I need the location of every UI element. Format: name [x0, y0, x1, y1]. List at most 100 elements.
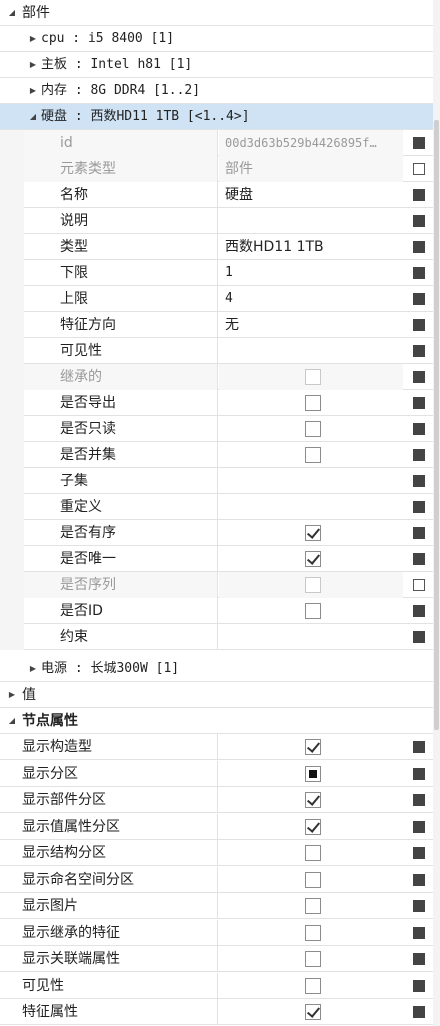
- checkbox[interactable]: [305, 951, 321, 967]
- property-marker-icon[interactable]: [413, 501, 425, 513]
- property-row[interactable]: 是否并集: [0, 442, 433, 468]
- property-marker-icon[interactable]: [413, 605, 425, 617]
- property-value[interactable]: [219, 520, 403, 546]
- property-marker-icon[interactable]: [413, 821, 425, 833]
- property-row[interactable]: 继承的: [0, 364, 433, 390]
- checkbox[interactable]: [305, 872, 321, 888]
- property-value[interactable]: 无: [219, 312, 403, 338]
- property-row[interactable]: 说明: [0, 208, 433, 234]
- checkbox-checked[interactable]: [305, 739, 321, 755]
- expanded-arrow-icon[interactable]: ◢: [6, 708, 18, 734]
- property-row[interactable]: 是否唯一: [0, 546, 433, 572]
- property-value[interactable]: [219, 208, 403, 234]
- property-marker-icon[interactable]: [413, 579, 425, 591]
- property-marker-icon[interactable]: [413, 631, 425, 643]
- property-value[interactable]: [219, 338, 403, 364]
- property-marker-icon[interactable]: [413, 319, 425, 331]
- property-marker-icon[interactable]: [413, 874, 425, 886]
- checkbox[interactable]: [305, 898, 321, 914]
- property-row[interactable]: 约束: [0, 624, 433, 650]
- section-parts-header[interactable]: ◢ 部件: [0, 0, 433, 26]
- checkbox-checked[interactable]: [305, 551, 321, 567]
- property-marker-icon[interactable]: [413, 475, 425, 487]
- node-property-row[interactable]: 显示命名空间分区: [0, 867, 433, 893]
- checkbox[interactable]: [305, 395, 321, 411]
- property-value[interactable]: [219, 390, 403, 416]
- property-marker-icon[interactable]: [413, 927, 425, 939]
- tree-item-power[interactable]: ▶ 电源 : 长城300W [1]: [0, 656, 433, 682]
- property-marker-icon[interactable]: [413, 847, 425, 859]
- checkbox[interactable]: [305, 845, 321, 861]
- section-value-header[interactable]: ▶ 值: [0, 682, 433, 708]
- node-property-row[interactable]: 显示分区: [0, 761, 433, 787]
- node-property-row[interactable]: 显示部件分区: [0, 787, 433, 813]
- node-property-row[interactable]: 显示构造型: [0, 734, 433, 760]
- property-row[interactable]: 名称 硬盘: [0, 182, 433, 208]
- checkbox-checked[interactable]: [305, 819, 321, 835]
- property-value[interactable]: 1: [219, 260, 403, 286]
- node-property-row[interactable]: 显示图片: [0, 893, 433, 919]
- property-marker-icon[interactable]: [413, 397, 425, 409]
- property-row[interactable]: 重定义: [0, 494, 433, 520]
- property-marker-icon[interactable]: [413, 953, 425, 965]
- checkbox-indeterminate[interactable]: [305, 766, 321, 782]
- property-marker-icon[interactable]: [413, 267, 425, 279]
- checkbox[interactable]: [305, 978, 321, 994]
- tree-item-cpu[interactable]: ▶ cpu : i5 8400 [1]: [0, 26, 433, 52]
- property-row[interactable]: 是否ID: [0, 598, 433, 624]
- property-row[interactable]: 是否导出: [0, 390, 433, 416]
- property-marker-icon[interactable]: [413, 423, 425, 435]
- checkbox[interactable]: [305, 925, 321, 941]
- property-row[interactable]: 元素类型 部件: [0, 156, 433, 182]
- property-row[interactable]: 上限 4: [0, 286, 433, 312]
- property-row[interactable]: 是否有序: [0, 520, 433, 546]
- checkbox-checked[interactable]: [305, 792, 321, 808]
- property-marker-icon[interactable]: [413, 768, 425, 780]
- property-marker-icon[interactable]: [413, 137, 425, 149]
- property-marker-icon[interactable]: [413, 163, 425, 175]
- node-property-row[interactable]: 显示关联端属性: [0, 946, 433, 972]
- property-marker-icon[interactable]: [413, 371, 425, 383]
- property-marker-icon[interactable]: [413, 241, 425, 253]
- property-row[interactable]: id 00d3d63b529b4426895f…: [0, 130, 433, 156]
- collapsed-arrow-icon[interactable]: ▶: [27, 656, 39, 682]
- property-row[interactable]: 下限 1: [0, 260, 433, 286]
- property-marker-icon[interactable]: [413, 293, 425, 305]
- tree-item-memory[interactable]: ▶ 内存 : 8G DDR4 [1..2]: [0, 78, 433, 104]
- property-marker-icon[interactable]: [413, 553, 425, 565]
- property-marker-icon[interactable]: [413, 900, 425, 912]
- property-marker-icon[interactable]: [413, 345, 425, 357]
- property-marker-icon[interactable]: [413, 741, 425, 753]
- checkbox[interactable]: [305, 421, 321, 437]
- property-value[interactable]: [219, 598, 403, 624]
- expanded-arrow-icon[interactable]: ◢: [27, 104, 39, 130]
- tree-item-motherboard[interactable]: ▶ 主板 : Intel h81 [1]: [0, 52, 433, 78]
- node-property-row[interactable]: 显示值属性分区: [0, 814, 433, 840]
- property-row[interactable]: 类型 西数HD11 1TB: [0, 234, 433, 260]
- property-marker-icon[interactable]: [413, 794, 425, 806]
- property-marker-icon[interactable]: [413, 449, 425, 461]
- checkbox[interactable]: [305, 603, 321, 619]
- property-value[interactable]: [219, 546, 403, 572]
- tree-item-disk[interactable]: ◢ 硬盘 : 西数HD11 1TB [<1..4>]: [0, 104, 433, 130]
- section-node-header[interactable]: ◢ 节点属性: [0, 708, 433, 734]
- collapsed-arrow-icon[interactable]: ▶: [27, 78, 39, 104]
- property-row[interactable]: 可见性: [0, 338, 433, 364]
- property-value[interactable]: 4: [219, 286, 403, 312]
- checkbox-checked[interactable]: [305, 1004, 321, 1020]
- property-value[interactable]: [219, 442, 403, 468]
- collapsed-arrow-icon[interactable]: ▶: [27, 52, 39, 78]
- scrollbar-thumb[interactable]: [434, 120, 439, 730]
- collapsed-arrow-icon[interactable]: ▶: [27, 26, 39, 52]
- property-value[interactable]: [219, 624, 403, 650]
- property-value[interactable]: [219, 416, 403, 442]
- node-property-row[interactable]: 特征属性: [0, 999, 433, 1025]
- property-value[interactable]: 西数HD11 1TB: [219, 234, 403, 260]
- property-value[interactable]: [219, 494, 403, 520]
- property-row[interactable]: 是否序列: [0, 572, 433, 598]
- property-marker-icon[interactable]: [413, 1006, 425, 1018]
- property-value[interactable]: 硬盘: [219, 182, 403, 208]
- property-marker-icon[interactable]: [413, 189, 425, 201]
- node-property-row[interactable]: 可见性: [0, 973, 433, 999]
- property-row[interactable]: 子集: [0, 468, 433, 494]
